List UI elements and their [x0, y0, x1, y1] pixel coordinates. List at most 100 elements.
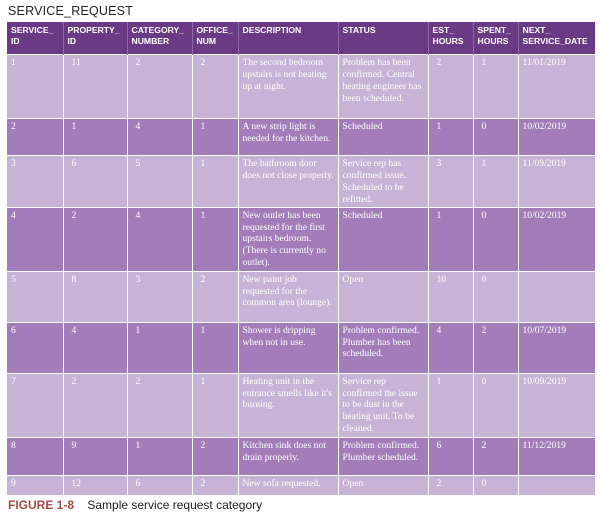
table-cell: 5: [127, 155, 193, 208]
table-title: SERVICE_REQUEST: [8, 4, 134, 18]
table-cell: Scheduled: [338, 118, 429, 156]
table-row: 5 8 3 2 New paint job requested for the comm…: [7, 270, 595, 323]
table-cell: 0: [473, 372, 519, 438]
table-cell: 1: [192, 206, 239, 272]
figure-label: FIGURE 1-8: [8, 498, 75, 512]
table-row: 9 12 6 2 New sofa requested. Open 2 0: [7, 474, 595, 496]
table-cell: Shower is dripping when not in use.: [238, 321, 339, 374]
table-row: 7 2 2 1 Heating unit in the entrance smells …: [7, 372, 595, 438]
table-cell: 4: [127, 118, 193, 156]
table-cell: 11/12/2019: [518, 436, 595, 476]
table-cell: 1: [428, 206, 474, 272]
table-cell: Heating unit in the entrance smells like…: [238, 372, 339, 438]
table-cell: 1: [7, 54, 64, 119]
table-cell: New paint job requested for the common a…: [238, 270, 339, 323]
table-cell: 1: [192, 321, 239, 374]
column-header: OFFICE_ NUM: [192, 22, 239, 55]
table-cell: 2: [192, 270, 239, 323]
table-cell: 4: [428, 321, 474, 374]
table-cell: 11: [63, 54, 128, 119]
table-cell: 10/02/2019: [518, 206, 595, 272]
column-header: SERVICE_ ID: [7, 22, 64, 55]
table-cell: Kitchen sink does not drain properly.: [238, 436, 339, 476]
table-cell: 4: [127, 206, 193, 272]
table-row: 6 4 1 1 Shower is dripping when not in use. P…: [7, 321, 595, 374]
table-cell: New outlet has been requested for the fi…: [238, 206, 339, 272]
table-cell: Service rep has confirmed issue. Schedul…: [338, 155, 429, 208]
table-cell: 3: [428, 155, 474, 208]
table-cell: 2: [473, 321, 519, 374]
column-header: EST_ HOURS: [428, 22, 474, 55]
table-cell: 10/09/2019: [518, 372, 595, 438]
table-cell: A new strip light is needed for the kitc…: [238, 118, 339, 156]
table-cell: 2: [192, 474, 239, 496]
table-cell: 6: [127, 474, 193, 496]
table-cell: Problem confirmed. Plumber scheduled.: [338, 436, 429, 476]
table-cell: 1: [428, 118, 474, 156]
table-cell: 2: [192, 436, 239, 476]
table-cell: Open: [338, 474, 429, 496]
table-cell: Service rep confirmed the issue to be du…: [338, 372, 429, 438]
table-cell: 2: [7, 118, 64, 156]
table-row: 8 9 1 2 Kitchen sink does not drain properly…: [7, 436, 595, 476]
table-cell: 0: [473, 270, 519, 323]
table-cell: Problem has been confirmed. Central heat…: [338, 54, 429, 119]
table-cell: 2: [428, 54, 474, 119]
table-cell: 1: [63, 118, 128, 156]
column-header: PROPERTY_ ID: [63, 22, 128, 55]
table-cell: Scheduled: [338, 206, 429, 272]
table-row: 3 6 5 1 The bathroom door does not close pro…: [7, 155, 595, 208]
table-cell: 1: [127, 436, 193, 476]
table-cell: 2: [63, 206, 128, 272]
table-cell: 11/09/2019: [518, 155, 595, 208]
table-cell: 1: [473, 155, 519, 208]
figure-caption-text: Sample service request category: [87, 498, 263, 512]
table-cell: The bathroom door does not close properl…: [238, 155, 339, 208]
table-cell: 9: [7, 474, 64, 496]
table-cell: 2: [63, 372, 128, 438]
column-header: NEXT_ SERVICE_DATE: [518, 22, 595, 55]
table-cell: 1: [127, 321, 193, 374]
table-cell: 1: [192, 155, 239, 208]
table-cell: 5: [7, 270, 64, 323]
table-cell: 0: [473, 474, 519, 496]
table-cell: 6: [428, 436, 474, 476]
table-cell: 2: [127, 54, 193, 119]
table-cell: 3: [7, 155, 64, 208]
table-cell: 4: [63, 321, 128, 374]
table-cell: 12: [63, 474, 128, 496]
table-cell: 0: [473, 206, 519, 272]
table-cell: 8: [63, 270, 128, 323]
table-body: 1 11 2 2 The second bedroom upstairs is not …: [7, 54, 595, 496]
column-header: STATUS: [338, 22, 429, 55]
table-row: 1 11 2 2 The second bedroom upstairs is not …: [7, 54, 595, 119]
table-cell: [518, 474, 595, 496]
table-cell: 8: [7, 436, 64, 476]
table-cell: 10/07/2019: [518, 321, 595, 374]
table-cell: 1: [192, 372, 239, 438]
table-cell: Open: [338, 270, 429, 323]
table-cell: 10: [428, 270, 474, 323]
table-cell: 1: [428, 372, 474, 438]
table-header-row: SERVICE_ ID PROPERTY_ ID CATEGORY_ NUMBER O…: [7, 22, 595, 55]
service-request-table: SERVICE_ ID PROPERTY_ ID CATEGORY_ NUMBER O…: [7, 22, 595, 496]
column-header: CATEGORY_ NUMBER: [127, 22, 193, 55]
table-cell: 4: [7, 206, 64, 272]
table-cell: 7: [7, 372, 64, 438]
table-cell: 9: [63, 436, 128, 476]
table-cell: Problem confirmed. Plumber has been sche…: [338, 321, 429, 374]
table-cell: 1: [473, 54, 519, 119]
table-cell: 6: [63, 155, 128, 208]
table-cell: 11/01/2019: [518, 54, 595, 119]
table-row: 2141A new strip light is needed for the …: [7, 118, 595, 156]
column-header: SPENT_ HOURS: [473, 22, 519, 55]
table-cell: 6: [7, 321, 64, 374]
table-cell: The second bedroom upstairs is not heati…: [238, 54, 339, 119]
table-row: 4 2 4 1 New outlet has been requested for th…: [7, 206, 595, 272]
table-cell: 2: [428, 474, 474, 496]
table-cell: 0: [473, 118, 519, 156]
figure-caption: FIGURE 1-8 Sample service request catego…: [8, 498, 262, 512]
table-cell: 1: [192, 118, 239, 156]
column-header: DESCRIPTION: [238, 22, 339, 55]
table-cell: 2: [127, 372, 193, 438]
